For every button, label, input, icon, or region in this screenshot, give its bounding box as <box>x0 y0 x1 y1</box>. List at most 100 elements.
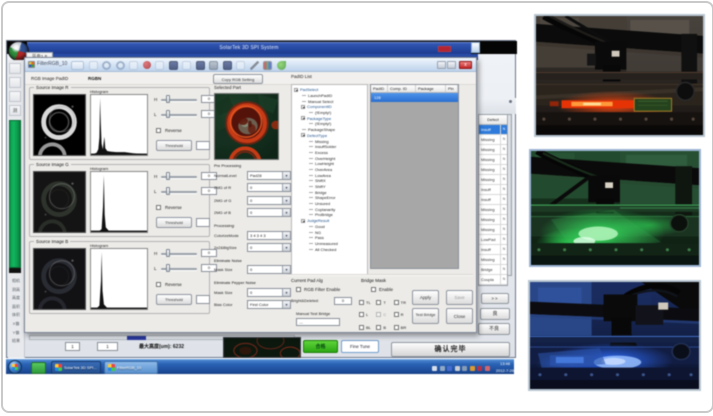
tree-node-icon[interactable] <box>302 95 306 96</box>
tree-node-icon[interactable] <box>309 180 313 181</box>
defect-row[interactable]: MissingN <box>479 135 507 145</box>
confirm-complete-button[interactable]: 确认完毕 <box>391 342 510 357</box>
defect-row[interactable]: InsuffN <box>479 125 507 135</box>
slider-thumb[interactable] <box>166 110 170 118</box>
leaf-icon[interactable] <box>277 61 286 70</box>
tree-node-icon[interactable] <box>309 186 313 187</box>
save-button[interactable]: Save <box>446 290 473 305</box>
defect-row[interactable]: MissingN <box>479 255 507 265</box>
task-button[interactable]: FilterRGB_10 <box>104 361 158 374</box>
tree-node-icon[interactable] <box>309 226 313 227</box>
defect-row[interactable]: InsuffN <box>479 195 507 205</box>
threshold-field[interactable] <box>196 295 210 304</box>
tree-node-icon[interactable] <box>309 163 313 164</box>
tray-icon[interactable] <box>470 366 475 371</box>
tree-node-icon[interactable] <box>309 169 313 170</box>
column-header[interactable]: Package <box>416 85 446 92</box>
reverse-checkbox[interactable] <box>156 205 161 210</box>
mask-checkbox[interactable] <box>359 325 364 330</box>
slider-thumb[interactable] <box>166 264 170 272</box>
defect-list-scrollbar[interactable] <box>507 114 512 276</box>
tree-node-icon[interactable] <box>309 192 313 193</box>
tree-node-icon[interactable] <box>309 152 313 153</box>
good-button[interactable]: 良 <box>480 308 510 320</box>
reverse-checkbox[interactable] <box>156 128 161 133</box>
preprocessing-dropdown[interactable]: 0 ▾ <box>247 196 291 205</box>
threshold-field[interactable] <box>196 218 210 227</box>
open-icon[interactable] <box>71 61 84 70</box>
threshold-button[interactable]: Threshold <box>156 217 192 228</box>
chip-icon[interactable] <box>223 61 232 70</box>
task-button[interactable]: SolarTek 3D SPI... <box>51 361 101 374</box>
preprocessing-dropdown[interactable]: Pad28 ▾ <box>247 171 291 180</box>
column-header[interactable]: Comp. ID <box>388 85 416 92</box>
tree-node-icon[interactable] <box>309 232 313 233</box>
tree-node-icon[interactable] <box>309 197 313 198</box>
bright-deleted-field[interactable]: 0 <box>334 297 352 305</box>
threshold-button[interactable]: Threshold <box>156 294 192 305</box>
left-tool-button[interactable] <box>9 63 21 74</box>
tree-item[interactable]: All Checked <box>292 246 367 252</box>
defect-row[interactable]: InsuffN <box>479 185 507 195</box>
preprocessing-dropdown[interactable]: 3 4 3 4 3 ▾ <box>247 231 291 240</box>
tray-icon[interactable] <box>447 366 452 371</box>
slider-thumb[interactable] <box>166 95 170 103</box>
tree-node-icon[interactable] <box>309 158 313 159</box>
fine-tune-button[interactable]: Fine Tune <box>341 340 379 353</box>
tree-node-icon[interactable] <box>309 214 313 215</box>
defect-row[interactable]: MissingN <box>479 155 507 165</box>
board-icon[interactable] <box>196 61 205 70</box>
tree-node-icon[interactable] <box>301 133 305 137</box>
padid-selected-row[interactable]: 128 <box>371 93 458 102</box>
mask-checkbox[interactable] <box>376 300 381 305</box>
rgb-filter-enable-checkbox[interactable] <box>296 287 301 292</box>
refresh-icon[interactable] <box>102 61 111 70</box>
column-header[interactable]: Pin <box>446 85 458 92</box>
palette-icon[interactable] <box>263 61 272 70</box>
mask-checkbox[interactable] <box>359 312 364 317</box>
ghost-icon[interactable] <box>182 61 191 70</box>
enable-checkbox[interactable] <box>371 287 376 292</box>
close-button[interactable]: x <box>459 61 472 69</box>
tray-icon[interactable] <box>432 366 437 371</box>
slider-thumb[interactable] <box>166 249 170 257</box>
threshold-field[interactable] <box>196 141 210 150</box>
tray-icon[interactable] <box>440 366 445 371</box>
test-bridge-button[interactable]: Test Bridge <box>412 308 439 324</box>
mask-checkbox[interactable] <box>394 312 399 317</box>
more-button[interactable]: >> <box>481 293 509 304</box>
defect-row[interactable]: LowPadN <box>479 235 507 245</box>
status-field-1[interactable]: 1 <box>65 342 80 351</box>
preprocessing-dropdown[interactable]: 0 ▾ <box>247 265 291 274</box>
green-launcher-button[interactable] <box>31 362 46 374</box>
mask-checkbox[interactable] <box>376 325 381 330</box>
tree-node-icon[interactable] <box>309 123 313 124</box>
tree-node-icon[interactable] <box>309 249 313 250</box>
defect-row[interactable]: InsuffN <box>479 245 507 255</box>
preprocessing-dropdown[interactable]: First Color ▾ <box>247 300 291 309</box>
ghost-icon[interactable] <box>236 61 245 70</box>
mask-checkbox[interactable] <box>359 300 364 305</box>
tree-node-icon[interactable] <box>309 175 313 176</box>
preprocessing-dropdown[interactable]: 0 ▾ <box>247 243 291 252</box>
manual-test-bridge-field[interactable]: --- <box>296 318 340 326</box>
tree-node-icon[interactable] <box>309 209 313 210</box>
tree-node-icon[interactable] <box>309 112 313 113</box>
grid-icon[interactable] <box>169 61 178 70</box>
defect-row[interactable]: MissingN <box>479 225 507 235</box>
preprocessing-dropdown[interactable]: 0 ▾ <box>247 208 291 217</box>
defect-row[interactable]: MissingN <box>479 175 507 185</box>
maximize-button[interactable] <box>447 61 456 69</box>
mask-checkbox[interactable] <box>394 300 399 305</box>
left-tool-button[interactable] <box>9 77 21 88</box>
tree-node-icon[interactable] <box>309 141 313 142</box>
preprocessing-dropdown[interactable]: 0 ▾ <box>247 288 291 297</box>
slider-thumb[interactable] <box>166 172 170 180</box>
start-button[interactable] <box>8 360 22 374</box>
tree-node-icon[interactable] <box>301 105 305 109</box>
tray-icon[interactable] <box>455 366 460 371</box>
defect-row[interactable]: MissingN <box>479 165 507 175</box>
threshold-button[interactable]: Threshold <box>156 140 192 151</box>
left-tool-button[interactable] <box>9 91 21 102</box>
tree-node-icon[interactable] <box>302 129 306 130</box>
